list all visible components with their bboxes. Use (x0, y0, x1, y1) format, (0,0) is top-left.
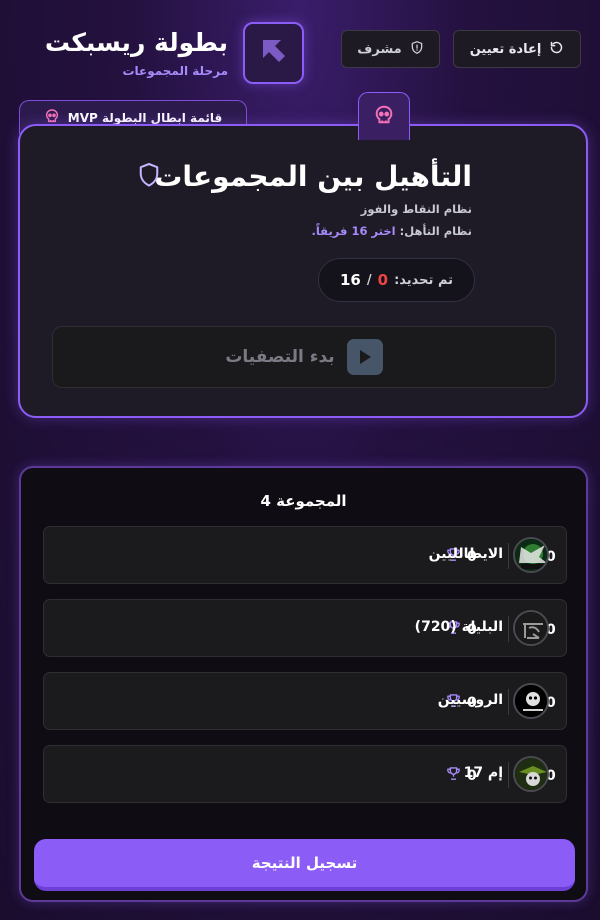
admin-button[interactable]: مشرف (341, 30, 440, 68)
team-avatar (513, 610, 549, 646)
group-card: المجموعة 4 0 0 الايطالليين 0 0 البليلة (… (19, 466, 588, 902)
qualify-system-text: نظام التأهل: اختر 16 فريقاً. (312, 224, 473, 238)
refresh-icon (549, 40, 564, 59)
team-name: إم 17 (463, 765, 503, 781)
page: إعادة تعيين مشرف بطولة ريسبكت مرحلة المج… (0, 0, 600, 920)
selected-label: تم تحديد: (394, 272, 454, 288)
submit-result-button[interactable]: تسجيل النتيجة (34, 839, 575, 891)
team-name: الروسيين (437, 692, 503, 708)
qualification-title: التأهيل بين المجموعات (154, 160, 472, 193)
selected-separator: / (366, 272, 372, 288)
trophy-icon (446, 766, 461, 785)
play-icon (346, 339, 383, 375)
app-logo[interactable] (243, 22, 304, 84)
team-row[interactable]: 0 0 الروسيين (43, 672, 567, 730)
row-divider (508, 689, 509, 715)
reset-button[interactable]: إعادة تعيين (453, 30, 581, 68)
admin-label: مشرف (357, 41, 402, 57)
team-avatar (513, 683, 549, 719)
row-divider (508, 762, 509, 788)
shield-icon (138, 162, 160, 192)
team-row[interactable]: 0 0 البليلة (720) (43, 599, 567, 657)
header: إعادة تعيين مشرف بطولة ريسبكت مرحلة المج… (0, 22, 600, 86)
team-avatar (513, 537, 549, 573)
selected-count: 0 (377, 271, 389, 289)
qualify-value: اختر 16 فريقاً. (311, 224, 396, 238)
team-row[interactable]: 0 0 إم 17 (43, 745, 567, 803)
qualify-label: نظام التأهل: (399, 224, 472, 238)
start-qualifiers-label: بدء التصفيات (225, 347, 335, 367)
selection-counter: تم تحديد: 0 / 16 (318, 258, 475, 302)
selected-total: 16 (340, 271, 361, 289)
skull-icon (373, 104, 395, 130)
app-title: بطولة ريسبكت (44, 28, 228, 57)
team-avatar (513, 756, 549, 792)
team-name: البليلة (720) (414, 619, 503, 635)
arrow-logo-icon (259, 36, 289, 70)
shield-alert-icon (410, 40, 424, 59)
points-system-text: نظام النقاط والفوز (360, 202, 472, 216)
team-name: الايطالليين (428, 546, 503, 562)
team-row[interactable]: 0 0 الايطالليين (43, 526, 567, 584)
reset-label: إعادة تعيين (469, 41, 542, 57)
qualification-card: التأهيل بين المجموعات نظام النقاط والفوز… (18, 124, 588, 418)
skull-tab[interactable] (358, 92, 410, 140)
row-divider (508, 616, 509, 642)
row-divider (508, 543, 509, 569)
group-title: المجموعة 4 (260, 492, 347, 510)
app-subtitle: مرحلة المجموعات (122, 64, 228, 78)
start-qualifiers-button[interactable]: بدء التصفيات (52, 326, 556, 388)
mvp-tab-label: قائمة ابطال البطولة MVP (67, 110, 223, 125)
